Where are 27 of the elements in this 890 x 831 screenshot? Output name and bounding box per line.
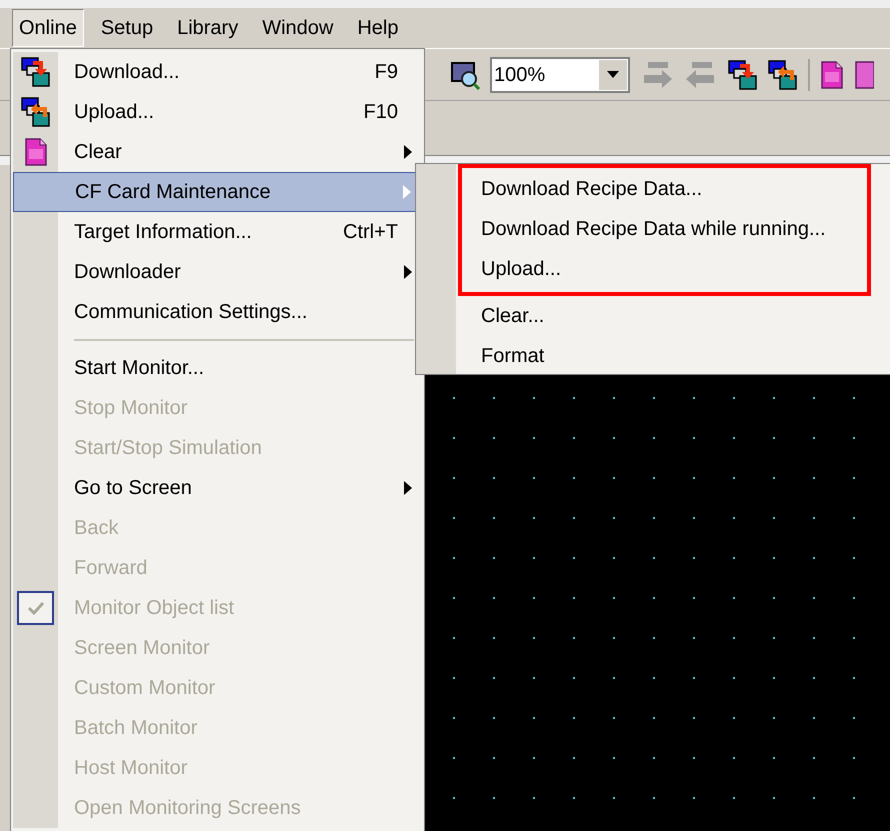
- submenu-arrow-icon: [404, 481, 412, 495]
- submenu-item[interactable]: Clear...: [458, 296, 890, 336]
- menu-bar-item[interactable]: Window: [255, 9, 340, 47]
- zoom-view-icon[interactable]: [450, 60, 480, 90]
- menu-bar-item[interactable]: Setup: [94, 9, 160, 47]
- submenu-item[interactable]: Download Recipe Data...: [462, 169, 867, 209]
- lib-file-icon: [24, 138, 48, 166]
- upload-icon: [20, 97, 50, 127]
- zoom-combo-box[interactable]: 100%: [490, 56, 630, 92]
- menu-bar-item[interactable]: Help: [350, 9, 406, 47]
- submenu-item[interactable]: Download Recipe Data while running...: [462, 209, 867, 249]
- zoom-value: 100%: [493, 62, 546, 88]
- submenu-item[interactable]: Format: [458, 336, 890, 376]
- upload-icon: [768, 60, 798, 90]
- download-icon: [20, 57, 50, 87]
- submenu-item[interactable]: Upload...: [462, 249, 867, 289]
- dropdown-button[interactable]: [598, 58, 628, 90]
- menu-bar-item[interactable]: Library: [170, 9, 246, 47]
- menu-bar-item[interactable]: Online: [12, 9, 84, 47]
- submenu-arrow-icon: [403, 185, 411, 199]
- submenu-arrow-icon: [404, 145, 412, 159]
- download-icon: [728, 60, 758, 90]
- caret-icon: [607, 71, 619, 78]
- check-icon: [28, 601, 44, 615]
- file-icon[interactable]: [854, 60, 874, 88]
- submenu-arrow-icon: [404, 265, 412, 279]
- lib-file-icon: [820, 60, 844, 88]
